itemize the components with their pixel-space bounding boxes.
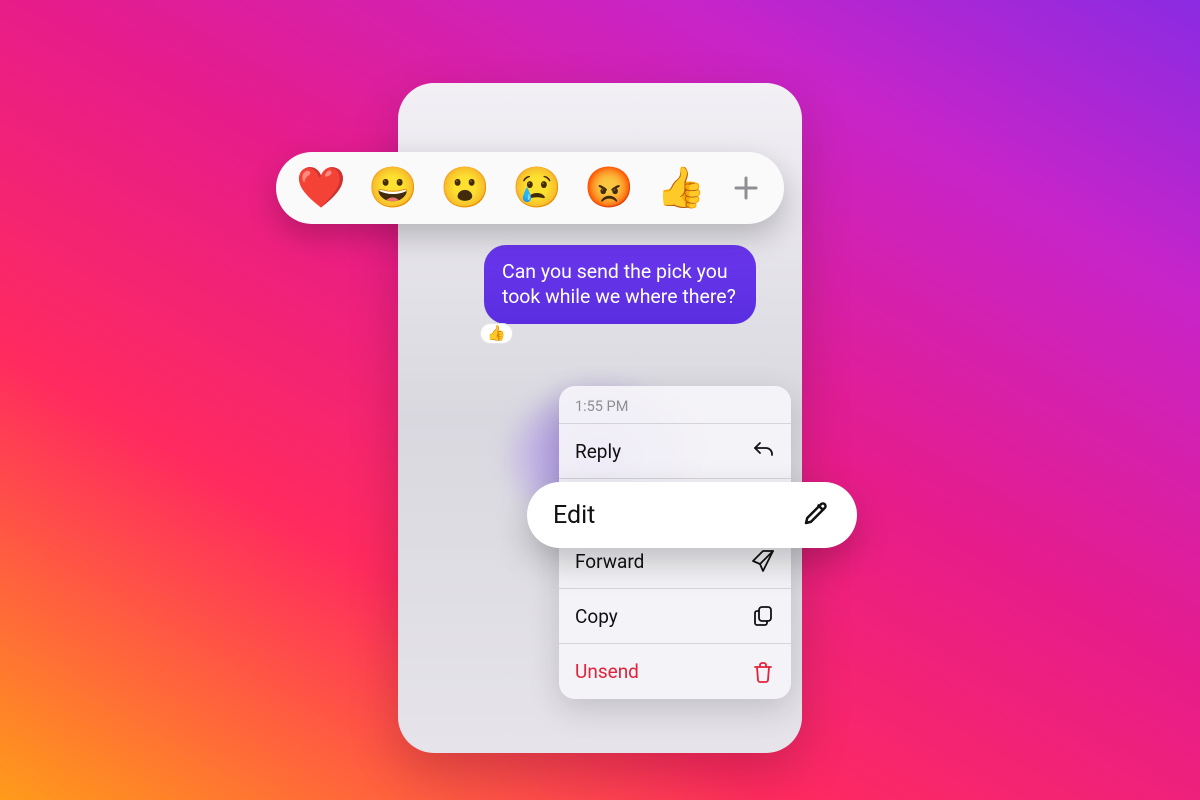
trash-icon	[751, 660, 775, 684]
reply-arrow-icon	[751, 439, 775, 463]
paper-plane-icon	[751, 549, 775, 573]
menu-item-edit[interactable]: Edit	[527, 482, 857, 548]
menu-label-forward: Forward	[575, 550, 644, 573]
reaction-open-mouth[interactable]: 😮	[440, 168, 490, 208]
context-menu-timestamp: 1:55 PM	[559, 386, 791, 424]
reaction-heart[interactable]: ❤️	[296, 168, 346, 208]
reaction-angry[interactable]: 😡	[584, 168, 634, 208]
gradient-background: Can you send the pick you took while we …	[0, 0, 1200, 800]
pencil-icon	[801, 498, 831, 532]
menu-item-unsend[interactable]: Unsend	[559, 644, 791, 699]
copy-icon	[751, 604, 775, 628]
add-reaction-button[interactable]	[728, 170, 764, 206]
reaction-thumbs-up[interactable]: 👍	[656, 168, 706, 208]
plus-icon	[731, 173, 761, 203]
menu-item-copy[interactable]: Copy	[559, 589, 791, 644]
message-reaction-badge[interactable]: 👍	[480, 323, 513, 344]
menu-item-reply[interactable]: Reply	[559, 424, 791, 479]
reaction-picker-bar: ❤️ 😀 😮 😢 😡 👍	[276, 152, 784, 224]
menu-label-unsend: Unsend	[575, 660, 639, 683]
outgoing-message-bubble[interactable]: Can you send the pick you took while we …	[484, 245, 756, 324]
reaction-grinning[interactable]: 😀	[368, 168, 418, 208]
menu-label-copy: Copy	[575, 605, 618, 628]
menu-label-edit: Edit	[553, 501, 595, 530]
menu-label-reply: Reply	[575, 440, 621, 463]
reaction-crying[interactable]: 😢	[512, 168, 562, 208]
